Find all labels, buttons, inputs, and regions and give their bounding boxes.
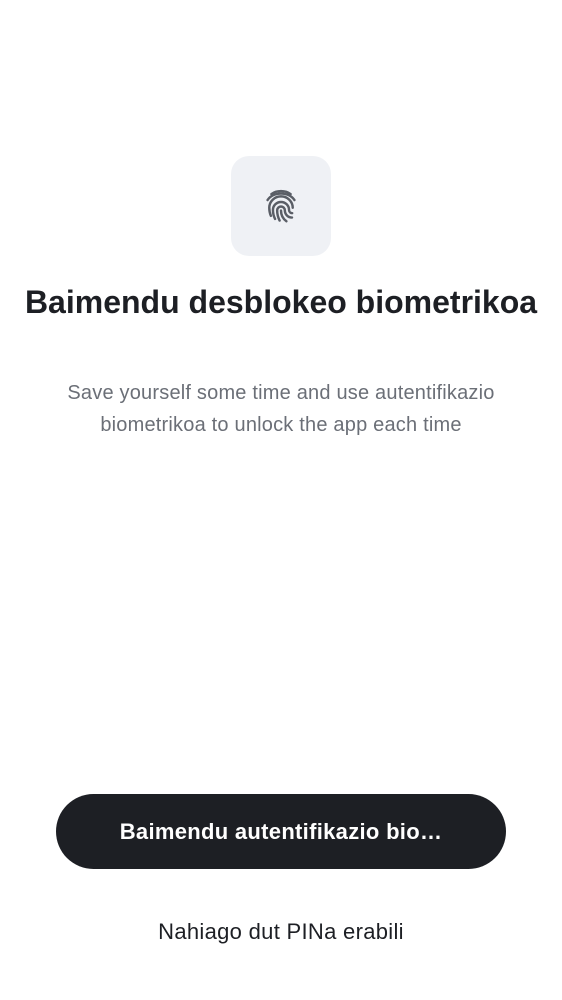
page-subtitle: Save yourself some time and use autentif… [67,382,495,436]
page-title: Baimendu desblokeo biometrikoa [24,284,538,320]
allow-biometric-button[interactable]: Baimendu autentifikazio bio… [56,794,506,869]
fingerprint-icon [266,189,296,223]
use-pin-button[interactable]: Nahiago dut PINa erabili [56,910,506,954]
fingerprint-icon-tile [231,156,331,256]
